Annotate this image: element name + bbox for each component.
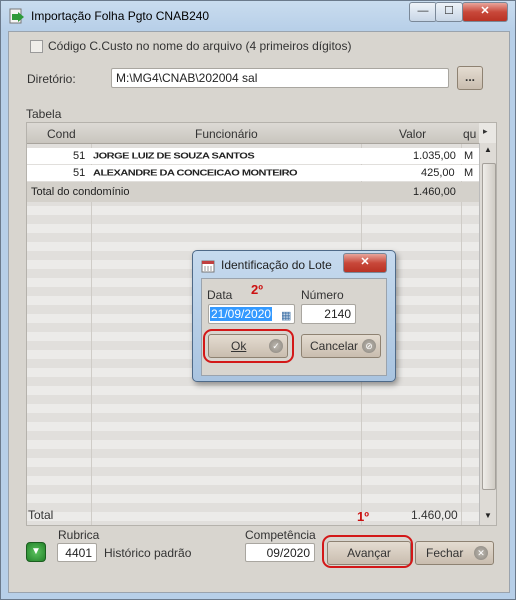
cost-center-checkbox[interactable] xyxy=(30,40,43,53)
app-export-icon xyxy=(9,8,24,24)
scroll-right-icon[interactable]: ▸ xyxy=(483,126,488,137)
dialog-close-button[interactable]: ✕ xyxy=(343,253,387,273)
rubrica-input[interactable]: 4401 xyxy=(57,543,97,562)
cell-funcionario: JORGE LUIZ DE SOUZA SANTOS xyxy=(93,151,255,161)
browse-directory-button[interactable]: ... xyxy=(457,66,483,90)
column-header-arquivo[interactable]: qui xyxy=(463,127,477,141)
dialog-title: Identificação do Lote xyxy=(221,258,332,272)
scroll-down-icon[interactable]: ▼ xyxy=(484,511,492,520)
chevron-down-icon: ▼ xyxy=(31,546,41,557)
rubrica-label: Rubrica xyxy=(58,528,100,542)
cell-funcionario: ALEXANDRE DA CONCEICAO MONTEIRO xyxy=(93,168,298,178)
column-header-cond[interactable]: Cond xyxy=(47,127,76,141)
table-row[interactable]: 51 JORGE LUIZ DE SOUZA SANTOS 1.035,00 M xyxy=(27,148,479,164)
scrollbar-thumb[interactable] xyxy=(482,163,496,490)
close-icon: ✕ xyxy=(360,256,370,268)
close-window-button[interactable]: ✕ xyxy=(462,2,508,22)
cancel-circle-icon: ⊘ xyxy=(362,339,376,353)
calendar-icon xyxy=(201,260,215,273)
cancel-button[interactable]: Cancelar ⊘ xyxy=(301,334,381,358)
maximize-icon: ☐ xyxy=(444,5,454,17)
directory-input[interactable]: M:\MG4\CNAB\202004 sal xyxy=(111,68,449,88)
competencia-label: Competência xyxy=(245,528,316,542)
date-picker-icon[interactable]: ▦ xyxy=(281,307,291,323)
minimize-icon: — xyxy=(417,5,429,17)
cancel-circle-icon: ✕ xyxy=(474,546,488,560)
close-button-label: Fechar xyxy=(426,546,464,560)
cell-flag: M xyxy=(464,150,474,162)
subtotal-label: Total do condomínio xyxy=(31,186,130,198)
scroll-up-icon[interactable]: ▲ xyxy=(484,145,492,154)
date-label: Data xyxy=(207,288,233,302)
title-bar[interactable]: Importação Folha Pgto CNAB240 — ☐ ✕ xyxy=(1,1,515,31)
directory-label: Diretório: xyxy=(27,72,76,86)
cell-flag: M xyxy=(464,167,474,179)
cost-center-label: Código C.Custo no nome do arquivo (4 pri… xyxy=(48,39,352,53)
table-header: Cond Funcionário Valor qui ▸ xyxy=(27,123,488,144)
date-input[interactable]: 21/09/2020 ▦ xyxy=(208,304,295,324)
close-button[interactable]: Fechar ✕ xyxy=(415,541,494,565)
table-row[interactable]: 51 ALEXANDRE DA CONCEICAO MONTEIRO 425,0… xyxy=(27,165,479,181)
date-value: 21/09/2020 xyxy=(210,307,273,321)
total-value: 1.460,00 xyxy=(411,508,458,522)
cancel-label: Cancelar xyxy=(310,339,359,353)
number-label: Número xyxy=(301,288,344,302)
close-icon: ✕ xyxy=(480,5,490,17)
number-input[interactable]: 2140 xyxy=(301,304,356,324)
subtotal-value: 1.460,00 xyxy=(413,186,456,198)
cell-valor: 1.035,00 xyxy=(413,150,456,162)
column-header-valor[interactable]: Valor xyxy=(399,127,426,141)
lot-dialog: Identificação do Lote ✕ Data 2º 21/09/20… xyxy=(192,250,396,382)
column-header-funcionario[interactable]: Funcionário xyxy=(195,127,258,141)
total-label: Total xyxy=(28,508,54,522)
annotation-oval-ok xyxy=(203,329,294,363)
subtotal-row: Total do condomínio 1.460,00 xyxy=(27,182,479,202)
minimize-button[interactable]: — xyxy=(409,2,437,22)
cell-valor: 425,00 xyxy=(421,167,455,179)
cell-cond: 51 xyxy=(73,167,86,179)
cell-cond: 51 xyxy=(73,150,86,162)
window-title: Importação Folha Pgto CNAB240 xyxy=(31,9,210,23)
vertical-scrollbar[interactable]: ▲ ▼ xyxy=(479,143,496,525)
rubrica-description: Histórico padrão xyxy=(104,546,192,560)
annotation-step-1: 1º xyxy=(357,509,369,524)
competencia-input[interactable]: 09/2020 xyxy=(245,543,315,562)
annotation-oval-advance xyxy=(322,535,413,568)
table-caption: Tabela xyxy=(26,107,62,121)
maximize-button[interactable]: ☐ xyxy=(435,2,463,22)
annotation-step-2: 2º xyxy=(251,282,263,297)
rubrica-lookup-button[interactable]: ▼ xyxy=(26,542,46,562)
